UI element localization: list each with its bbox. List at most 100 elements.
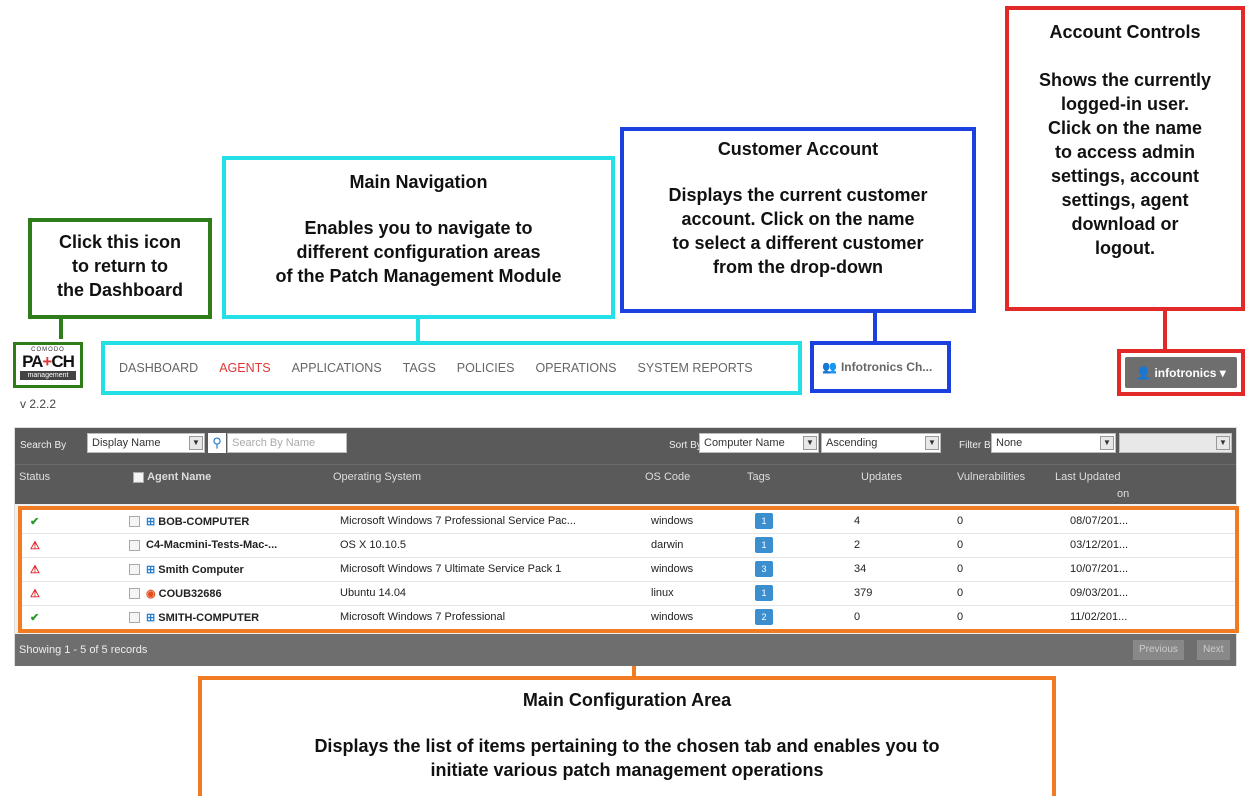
nav-applications[interactable]: APPLICATIONS	[292, 361, 382, 375]
callout-title: Account Controls	[1049, 22, 1201, 42]
os-code: windows	[651, 515, 694, 527]
next-page-button[interactable]: Next	[1197, 640, 1230, 660]
tags-badge[interactable]: 3	[755, 561, 773, 577]
vulnerabilities-count: 0	[957, 611, 964, 623]
os-code: windows	[651, 611, 694, 623]
last-updated: 08/07/201...	[1070, 515, 1129, 527]
callout-text: download or	[1071, 214, 1179, 234]
column-status[interactable]: Status	[19, 471, 50, 483]
chevron-down-icon: ▼	[803, 436, 817, 450]
main-navigation: DASHBOARD AGENTS APPLICATIONS TAGS POLIC…	[101, 341, 802, 395]
nav-agents[interactable]: AGENTS	[219, 361, 270, 375]
callout-customer-account: Customer Account Displays the current cu…	[620, 127, 976, 313]
row-checkbox[interactable]	[129, 563, 140, 575]
customer-account-selector[interactable]: 👥 Infotronics Ch...	[810, 341, 951, 393]
sort-by-label: Sort By	[669, 440, 702, 451]
logo-main-text: PA+CH	[22, 352, 75, 371]
operating-system: Microsoft Windows 7 Professional Service…	[340, 515, 576, 527]
filter-by-select[interactable]: None ▼	[991, 433, 1116, 453]
status-warning-icon: ⚠	[30, 540, 40, 552]
caret-down-icon: ▾	[1216, 365, 1226, 380]
search-by-select[interactable]: Display Name ▼	[87, 433, 205, 453]
search-icon[interactable]: ⚲	[208, 433, 226, 453]
callout-text: Shows the currently	[1038, 70, 1212, 90]
user-icon: 👤	[1136, 365, 1155, 380]
last-updated: 11/02/201...	[1070, 611, 1128, 623]
column-os-code[interactable]: OS Code	[645, 471, 690, 483]
table-row[interactable]: ⚠ ◉ COUB32686 Ubuntu 14.04 linux 1 379 0…	[22, 582, 1235, 606]
sort-order-select[interactable]: Ascending ▼	[821, 433, 941, 453]
callout-title: Main Configuration Area	[522, 690, 732, 710]
previous-page-button[interactable]: Previous	[1133, 640, 1184, 660]
row-checkbox[interactable]	[129, 587, 140, 599]
callout-text: from the drop-down	[713, 257, 883, 277]
version-label: v 2.2.2	[20, 397, 57, 411]
nav-system-reports[interactable]: SYSTEM REPORTS	[637, 361, 752, 375]
callout-text: to access admin	[1054, 142, 1196, 162]
column-last-updated[interactable]: Last Updated on	[1055, 471, 1129, 505]
status-warning-icon: ⚠	[30, 588, 40, 600]
operating-system: Ubuntu 14.04	[340, 587, 407, 599]
nav-tags[interactable]: TAGS	[403, 361, 436, 375]
sort-by-select[interactable]: Computer Name ▼	[699, 433, 819, 453]
callout-dashboard: Click this icon to return to the Dashboa…	[28, 218, 212, 319]
tags-badge[interactable]: 1	[755, 513, 773, 529]
row-checkbox[interactable]	[129, 539, 140, 551]
windows-icon: ⊞	[146, 516, 156, 528]
agent-name[interactable]: Smith Computer	[158, 564, 244, 576]
tags-badge[interactable]: 2	[755, 609, 773, 625]
select-all-checkbox[interactable]	[133, 471, 144, 483]
operating-system: Microsoft Windows 7 Ultimate Service Pac…	[340, 563, 562, 575]
column-vulnerabilities[interactable]: Vulnerabilities	[957, 471, 1025, 483]
agent-name[interactable]: COUB32686	[159, 588, 222, 600]
callout-main-configuration: Main Configuration Area Displays the lis…	[198, 676, 1056, 796]
chevron-down-icon: ▼	[1100, 436, 1114, 450]
table-row[interactable]: ⚠ ⊞ Smith Computer Microsoft Windows 7 U…	[22, 558, 1235, 582]
column-updates[interactable]: Updates	[861, 471, 902, 483]
tags-badge[interactable]: 1	[755, 537, 773, 553]
column-operating-system[interactable]: Operating System	[333, 471, 421, 483]
patch-management-logo[interactable]: COMODO PA+CH management	[13, 342, 83, 388]
os-code: darwin	[651, 539, 684, 551]
table-row[interactable]: ✔ ⊞ SMITH-COMPUTER Microsoft Windows 7 P…	[22, 606, 1235, 630]
logo-bottom-text: management	[20, 371, 76, 380]
callout-text: Displays the current customer	[668, 185, 928, 205]
grid-footer: Showing 1 - 5 of 5 records Previous Next	[15, 634, 1236, 666]
account-menu-button[interactable]: 👤 infotronics ▾	[1125, 357, 1237, 388]
callout-text: of the Patch Management Module	[275, 266, 562, 286]
tags-badge[interactable]: 1	[755, 585, 773, 601]
account-controls: 👤 infotronics ▾	[1117, 349, 1245, 396]
table-row[interactable]: ✔ ⊞ BOB-COMPUTER Microsoft Windows 7 Pro…	[22, 510, 1235, 534]
agent-name[interactable]: BOB-COMPUTER	[158, 516, 249, 528]
vulnerabilities-count: 0	[957, 539, 964, 551]
callout-text: logged-in user.	[1060, 94, 1189, 114]
records-count: Showing 1 - 5 of 5 records	[19, 644, 148, 656]
connector-line	[416, 319, 420, 341]
search-input[interactable]: Search By Name	[227, 433, 347, 453]
nav-dashboard[interactable]: DASHBOARD	[119, 361, 198, 375]
vulnerabilities-count: 0	[957, 563, 964, 575]
operating-system: OS X 10.10.5	[340, 539, 407, 551]
status-ok-icon: ✔	[30, 516, 40, 528]
vulnerabilities-count: 0	[957, 515, 964, 527]
callout-title: Main Navigation	[349, 172, 488, 192]
agent-name[interactable]: SMITH-COMPUTER	[158, 612, 259, 624]
agent-name[interactable]: C4-Macmini-Tests-Mac-...	[146, 539, 277, 551]
filter-value-select[interactable]: ▼	[1119, 433, 1232, 453]
account-name: infotronics	[1154, 365, 1217, 380]
table-row[interactable]: ⚠ C4-Macmini-Tests-Mac-... OS X 10.10.5 …	[22, 534, 1235, 558]
row-checkbox[interactable]	[129, 611, 140, 623]
grid-toolbar: Search By Display Name ▼ ⚲ Search By Name…	[15, 428, 1236, 464]
callout-text: Enables you to navigate to	[304, 218, 533, 238]
callout-navigation: Main Navigation Enables you to navigate …	[222, 156, 615, 319]
column-tags[interactable]: Tags	[747, 471, 770, 483]
last-updated: 03/12/201...	[1070, 539, 1129, 551]
nav-operations[interactable]: OPERATIONS	[535, 361, 616, 375]
callout-text: the Dashboard	[56, 280, 184, 300]
nav-policies[interactable]: POLICIES	[457, 361, 515, 375]
connector-line	[59, 319, 63, 339]
column-agent-name[interactable]: Agent Name	[133, 471, 211, 483]
windows-icon: ⊞	[146, 612, 156, 624]
row-checkbox[interactable]	[129, 515, 140, 527]
updates-count: 2	[854, 539, 861, 551]
